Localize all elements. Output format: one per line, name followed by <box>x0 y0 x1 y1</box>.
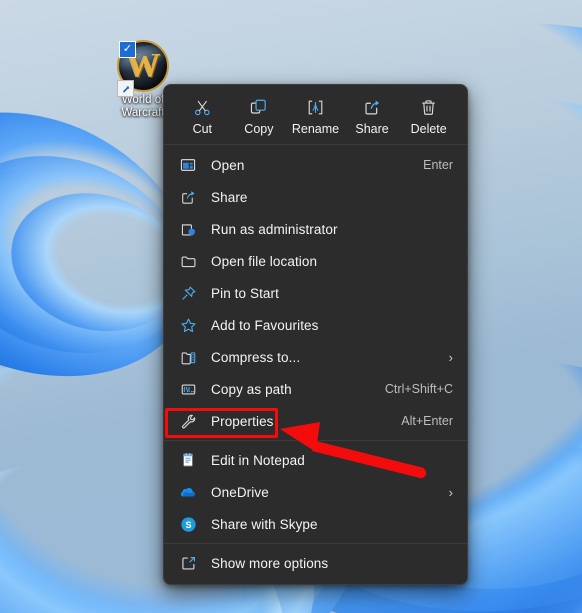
cut-label: Cut <box>192 122 213 136</box>
menu-item-label: Share with Skype <box>211 516 318 532</box>
menu-item-pin-to-start[interactable]: Pin to Start <box>164 277 467 309</box>
menu-item-label: Copy as path <box>211 381 292 397</box>
menu-item-label: Edit in Notepad <box>211 452 305 468</box>
chevron-right-icon: › <box>448 349 453 365</box>
rename-icon: A <box>306 96 325 118</box>
star-icon <box>178 315 198 335</box>
menu-item-label: Open <box>211 157 245 173</box>
menu-group-more: Show more options <box>164 544 467 584</box>
menu-item-label: Properties <box>211 413 274 429</box>
open-app-icon <box>178 155 198 175</box>
menu-item-label: Show more options <box>211 555 329 571</box>
cloud-sync-check-badge-icon: ✓ <box>119 41 136 58</box>
menu-item-edit-in-notepad[interactable]: Edit in Notepad <box>164 444 467 476</box>
skype-icon: S <box>178 514 198 534</box>
menu-item-copy-as-path[interactable]: Copy as path Ctrl+Shift+C <box>164 373 467 405</box>
menu-item-run-as-administrator[interactable]: Run as administrator <box>164 213 467 245</box>
menu-item-share[interactable]: Share <box>164 181 467 213</box>
menu-item-accelerator: Enter <box>423 158 453 172</box>
context-menu: Cut Copy A Rename Share Delete Open Ente… <box>163 84 468 585</box>
onedrive-cloud-icon <box>178 482 198 502</box>
desktop: W ✓ World of Warcraft Cut Copy A Rename … <box>0 0 582 613</box>
menu-item-label: Share <box>211 189 248 205</box>
shield-app-icon <box>178 219 198 239</box>
menu-group-apps: Edit in Notepad OneDrive › S Share with … <box>164 441 467 543</box>
cut-button[interactable]: Cut <box>174 93 231 138</box>
menu-group-primary: Open Enter Share Run as administrator Op… <box>164 145 467 440</box>
shortcut-arrow-badge-icon <box>117 80 134 97</box>
copy-label: Copy <box>244 122 274 136</box>
menu-item-open[interactable]: Open Enter <box>164 149 467 181</box>
menu-item-label: Run as administrator <box>211 221 338 237</box>
share-label: Share <box>355 122 389 136</box>
menu-item-properties[interactable]: Properties Alt+Enter <box>164 405 467 437</box>
menu-item-label: Open file location <box>211 253 318 269</box>
copy-icon <box>249 96 268 118</box>
menu-item-label: OneDrive <box>211 484 269 500</box>
menu-item-label: Add to Favourites <box>211 317 319 333</box>
show-more-options-icon <box>178 553 198 573</box>
share-icon <box>363 96 382 118</box>
copy-as-path-icon <box>178 379 198 399</box>
folder-icon <box>178 251 198 271</box>
chevron-right-icon: › <box>448 484 453 500</box>
rename-label: Rename <box>291 122 340 136</box>
shortcut-icon-graphic: W ✓ <box>117 40 169 97</box>
menu-item-accelerator: Alt+Enter <box>401 414 453 428</box>
menu-item-onedrive[interactable]: OneDrive › <box>164 476 467 508</box>
trash-icon <box>419 96 438 118</box>
delete-button[interactable]: Delete <box>400 93 457 138</box>
menu-item-compress-to[interactable]: Compress to... › <box>164 341 467 373</box>
menu-item-label: Compress to... <box>211 349 301 365</box>
menu-item-add-to-favourites[interactable]: Add to Favourites <box>164 309 467 341</box>
share-button[interactable]: Share <box>344 93 401 138</box>
context-menu-command-bar: Cut Copy A Rename Share Delete <box>164 85 467 144</box>
copy-button[interactable]: Copy <box>231 93 288 138</box>
menu-item-label: Pin to Start <box>211 285 279 301</box>
pin-icon <box>178 283 198 303</box>
share-icon <box>178 187 198 207</box>
menu-item-show-more-options[interactable]: Show more options <box>164 547 467 579</box>
notepad-icon <box>178 450 198 470</box>
compress-zip-icon <box>178 347 198 367</box>
menu-item-accelerator: Ctrl+Shift+C <box>384 382 453 396</box>
wrench-icon <box>178 411 198 431</box>
delete-label: Delete <box>410 122 447 136</box>
scissors-icon <box>193 96 212 118</box>
menu-item-share-with-skype[interactable]: S Share with Skype <box>164 508 467 540</box>
menu-item-open-file-location[interactable]: Open file location <box>164 245 467 277</box>
svg-text:S: S <box>185 519 191 529</box>
rename-button[interactable]: A Rename <box>287 93 344 138</box>
